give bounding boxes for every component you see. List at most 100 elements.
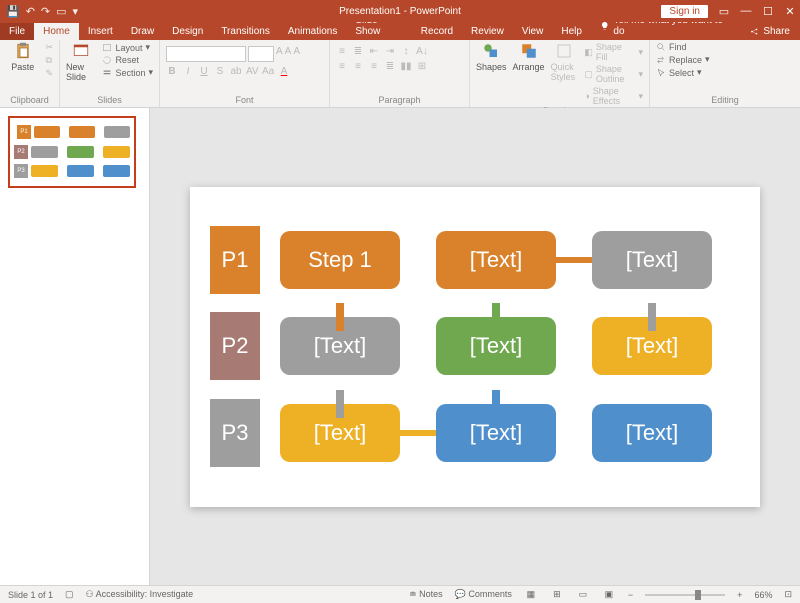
swimlane-label[interactable]: P2 [210, 312, 260, 380]
paste-button[interactable]: Paste [6, 42, 39, 72]
italic-icon[interactable]: I [182, 66, 194, 77]
line-spacing-icon[interactable]: ↕ [400, 46, 412, 57]
undo-icon[interactable]: ↶ [26, 5, 35, 18]
tab-help[interactable]: Help [552, 23, 591, 40]
bullets-icon[interactable]: ≡ [336, 46, 348, 57]
smartart-box[interactable]: [Text] [436, 231, 556, 289]
smartart-convert-icon[interactable]: ⊞ [416, 61, 428, 72]
accessibility-checker[interactable]: ⚇ Accessibility: Investigate [86, 589, 194, 600]
reading-view-icon[interactable]: ▭ [576, 588, 590, 602]
replace-button[interactable]: Replace ▾ [656, 54, 710, 65]
zoom-slider[interactable] [645, 594, 725, 596]
select-button[interactable]: Select ▾ [656, 67, 710, 78]
increase-indent-icon[interactable]: ⇥ [384, 46, 396, 57]
cut-button[interactable]: ✂ [45, 42, 53, 53]
align-left-icon[interactable]: ≡ [336, 61, 348, 72]
tab-draw[interactable]: Draw [122, 23, 163, 40]
zoom-in-icon[interactable]: + [737, 590, 742, 600]
smartart-swimlane[interactable]: P1Step 1[Text][Text]P2[Text][Text][Text]… [210, 217, 740, 477]
justify-icon[interactable]: ≣ [384, 61, 396, 72]
swimlane-label[interactable]: P1 [17, 125, 31, 139]
qat-dropdown-icon[interactable]: ▾ [73, 5, 79, 18]
smartart-box[interactable] [67, 146, 94, 158]
zoom-level[interactable]: 66% [754, 590, 772, 600]
slide-thumbnail[interactable]: P1 P2 P3 [8, 116, 136, 188]
new-slide-button[interactable]: New Slide [66, 42, 96, 82]
smartart-box[interactable] [34, 126, 60, 138]
sorter-view-icon[interactable]: ⊞ [550, 588, 564, 602]
decrease-indent-icon[interactable]: ⇤ [368, 46, 380, 57]
layout-button[interactable]: Layout ▾ [102, 42, 153, 53]
smartart-box[interactable]: Step 1 [280, 231, 400, 289]
quick-styles-button[interactable]: Quick Styles [551, 42, 579, 82]
spacing-icon[interactable]: AV [246, 66, 258, 77]
tab-insert[interactable]: Insert [79, 23, 122, 40]
maximize-icon[interactable]: ☐ [762, 5, 774, 18]
smartart-box[interactable] [31, 165, 58, 177]
zoom-out-icon[interactable]: − [628, 590, 633, 600]
shape-outline-button[interactable]: ▢ Shape Outline ▾ [584, 64, 643, 84]
strikethrough-icon[interactable]: S [214, 66, 226, 77]
save-icon[interactable]: 💾 [6, 5, 20, 18]
language-indicator[interactable]: ▢ [65, 589, 74, 600]
underline-icon[interactable]: U [198, 66, 210, 77]
ribbon-display-icon[interactable]: ▭ [718, 5, 730, 18]
tab-file[interactable]: File [0, 23, 34, 40]
font-size-combo[interactable] [248, 46, 274, 62]
normal-view-icon[interactable]: ▦ [524, 588, 538, 602]
text-direction-icon[interactable]: A↓ [416, 46, 428, 57]
shadow-icon[interactable]: ab [230, 66, 242, 77]
align-right-icon[interactable]: ≡ [368, 61, 380, 72]
smartart-box[interactable] [104, 126, 130, 138]
bold-icon[interactable]: B [166, 66, 178, 77]
smartart-box[interactable] [69, 126, 95, 138]
columns-icon[interactable]: ▮▮ [400, 61, 412, 72]
slide-counter[interactable]: Slide 1 of 1 [8, 590, 53, 600]
tab-record[interactable]: Record [412, 23, 462, 40]
font-color-icon[interactable]: A [278, 66, 290, 77]
swimlane-label[interactable]: P1 [210, 226, 260, 294]
copy-button[interactable]: ⧉ [45, 55, 53, 66]
start-slideshow-icon[interactable]: ▭ [56, 5, 66, 18]
swimlane-label[interactable]: P3 [210, 399, 260, 467]
align-center-icon[interactable]: ≡ [352, 61, 364, 72]
slideshow-view-icon[interactable]: ▣ [602, 588, 616, 602]
smartart-box[interactable] [103, 165, 130, 177]
close-icon[interactable]: ✕ [784, 5, 796, 18]
slide-thumbnail-panel[interactable]: 1 P1P2P3 [0, 108, 150, 585]
redo-icon[interactable]: ↷ [41, 5, 50, 18]
tab-animations[interactable]: Animations [279, 23, 346, 40]
share-button[interactable]: Share [739, 23, 800, 40]
decrease-font-icon[interactable]: A [285, 46, 292, 62]
smartart-box[interactable] [67, 165, 94, 177]
reset-button[interactable]: Reset [102, 55, 153, 65]
sign-in-button[interactable]: Sign in [661, 5, 708, 18]
comments-button[interactable]: 💬 Comments [455, 589, 512, 600]
smartart-box[interactable] [31, 146, 58, 158]
font-case-icon[interactable]: Aa [262, 66, 274, 77]
smartart-box[interactable]: [Text] [592, 231, 712, 289]
notes-button[interactable]: ≐ Notes [409, 589, 443, 600]
swimlane-label[interactable]: P2 [14, 145, 28, 159]
fit-to-window-icon[interactable]: ⊡ [784, 589, 792, 600]
smartart-box[interactable] [103, 146, 130, 158]
format-painter-button[interactable]: ✎ [45, 68, 53, 79]
shape-fill-button[interactable]: ◧ Shape Fill ▾ [584, 42, 643, 62]
swimlane-label[interactable]: P3 [14, 164, 28, 178]
slide-canvas[interactable]: P1Step 1[Text][Text]P2[Text][Text][Text]… [190, 187, 760, 507]
section-button[interactable]: Section ▾ [102, 67, 153, 78]
arrange-button[interactable]: Arrange [513, 42, 545, 72]
minimize-icon[interactable]: — [740, 5, 752, 17]
tab-design[interactable]: Design [163, 23, 212, 40]
tab-transitions[interactable]: Transitions [212, 23, 279, 40]
tab-review[interactable]: Review [462, 23, 513, 40]
shape-effects-button[interactable]: ◑ Shape Effects ▾ [584, 86, 643, 106]
increase-font-icon[interactable]: A [276, 46, 283, 62]
shapes-button[interactable]: Shapes [476, 42, 507, 72]
numbering-icon[interactable]: ≣ [352, 46, 364, 57]
tab-view[interactable]: View [513, 23, 553, 40]
font-family-combo[interactable] [166, 46, 246, 62]
clear-formatting-icon[interactable]: A [293, 46, 300, 62]
find-button[interactable]: Find [656, 42, 710, 52]
slide-edit-area[interactable]: P1Step 1[Text][Text]P2[Text][Text][Text]… [150, 108, 800, 585]
